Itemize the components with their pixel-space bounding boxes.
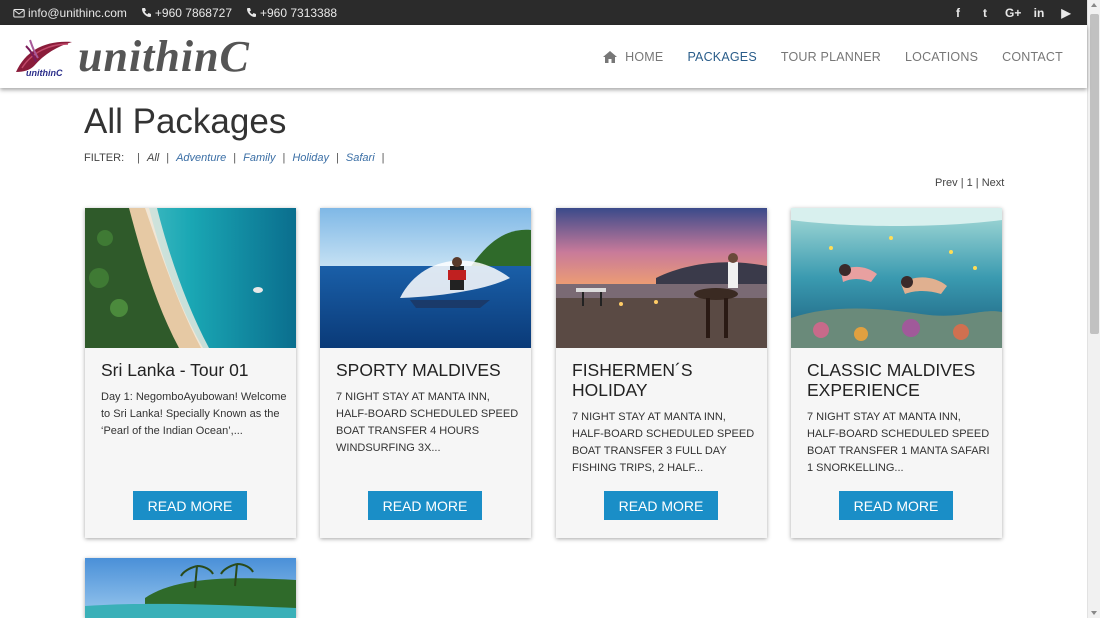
- nav-packages[interactable]: PACKAGES: [687, 50, 756, 64]
- package-filter: FILTER: | All | Adventure | Family | Hol…: [84, 152, 392, 164]
- package-image-jet-ski[interactable]: [320, 208, 531, 348]
- filter-holiday[interactable]: Holiday: [292, 152, 329, 164]
- package-title[interactable]: SPORTY MALDIVES: [336, 360, 521, 380]
- pager-page-1[interactable]: 1: [967, 177, 973, 189]
- linkedin-icon[interactable]: in: [1032, 6, 1046, 20]
- email-link[interactable]: info@unithinc.com: [13, 6, 127, 20]
- filter-separator: |: [166, 152, 170, 164]
- contact-info: info@unithinc.com +960 7868727 +960 7313…: [13, 6, 351, 20]
- package-description: 7 NIGHT STAY AT MANTA INN, HALF-BOARD SC…: [572, 411, 755, 474]
- package-title[interactable]: CLASSIC MALDIVES EXPERIENCE: [807, 360, 992, 400]
- nav-contact-label: CONTACT: [1002, 49, 1063, 64]
- home-icon: [603, 50, 618, 63]
- package-description: 7 NIGHT STAY AT MANTA INN, HALF-BOARD SC…: [807, 411, 990, 474]
- envelope-icon: [13, 8, 25, 17]
- phone-1-text: +960 7868727: [154, 5, 232, 20]
- filter-label: FILTER:: [84, 152, 125, 164]
- phone-icon: [247, 8, 256, 17]
- filter-separator: |: [381, 152, 385, 164]
- logo-small-text: unithinC: [26, 67, 63, 78]
- nav-home-label: HOME: [625, 49, 664, 64]
- nav-locations-label: LOCATIONS: [905, 49, 979, 64]
- nav-contact[interactable]: CONTACT: [1002, 50, 1063, 64]
- filter-safari[interactable]: Safari: [346, 152, 375, 164]
- filter-separator: |: [336, 152, 339, 164]
- main-nav: HOME PACKAGES TOUR PLANNER LOCATIONS CON…: [578, 50, 1063, 64]
- twitter-icon[interactable]: t: [978, 6, 992, 20]
- phone-1[interactable]: +960 7868727: [141, 6, 232, 20]
- package-image-tropical-beach[interactable]: [85, 558, 296, 618]
- page-scrollbar[interactable]: [1087, 0, 1100, 618]
- site-logo[interactable]: unithinC unithinC: [12, 25, 250, 88]
- scroll-up-arrow-icon[interactable]: [1091, 3, 1097, 7]
- youtube-icon[interactable]: ▶: [1059, 6, 1073, 20]
- package-title[interactable]: FISHERMEN´S HOLIDAY: [572, 360, 757, 400]
- page-title: All Packages: [84, 102, 287, 141]
- package-image-snorkelling[interactable]: [791, 208, 1002, 348]
- package-title[interactable]: Sri Lanka - Tour 01: [101, 360, 286, 380]
- nav-tour-planner[interactable]: TOUR PLANNER: [781, 50, 881, 64]
- phone-2-text: +960 7313388: [260, 5, 338, 20]
- package-card: FISHERMEN´S HOLIDAY 7 NIGHT STAY AT MANT…: [556, 208, 767, 538]
- package-card: SPORTY MALDIVES 7 NIGHT STAY AT MANTA IN…: [320, 208, 531, 538]
- read-more-button[interactable]: READ MORE: [839, 491, 953, 520]
- pager-next[interactable]: Next: [982, 177, 1005, 189]
- nav-tour-planner-label: TOUR PLANNER: [780, 49, 881, 64]
- package-card: CLASSIC MALDIVES EXPERIENCE 7 NIGHT STAY…: [791, 208, 1002, 538]
- read-more-button[interactable]: READ MORE: [604, 491, 718, 520]
- nav-locations[interactable]: LOCATIONS: [905, 50, 978, 64]
- filter-separator: |: [233, 152, 237, 164]
- phone-icon: [141, 8, 151, 17]
- filter-adventure[interactable]: Adventure: [176, 152, 226, 164]
- filter-separator: |: [282, 152, 286, 164]
- top-contact-bar: info@unithinc.com +960 7868727 +960 7313…: [0, 0, 1087, 25]
- nav-packages-label: PACKAGES: [687, 49, 757, 64]
- package-image-beach-aerial[interactable]: [85, 208, 296, 348]
- phone-2[interactable]: +960 7313388: [246, 6, 337, 20]
- facebook-icon[interactable]: f: [951, 6, 965, 20]
- package-description: 7 NIGHT STAY AT MANTA INN, HALF-BOARD SC…: [336, 391, 519, 454]
- site-header: unithinC unithinC HOME PACKAGES TOUR PLA…: [0, 25, 1087, 88]
- package-card: [85, 558, 296, 618]
- logo-wordmark: unithinC: [78, 32, 250, 81]
- scrollbar-thumb[interactable]: [1090, 14, 1099, 334]
- package-image-beach-dinner[interactable]: [556, 208, 767, 348]
- nav-home[interactable]: HOME: [602, 50, 663, 64]
- logo-mark: unithinC: [12, 32, 76, 82]
- google-plus-icon[interactable]: G+: [1005, 6, 1021, 20]
- email-text: info@unithinc.com: [28, 5, 127, 20]
- filter-family[interactable]: Family: [243, 152, 275, 164]
- filter-all[interactable]: All: [147, 152, 159, 164]
- social-links: f t G+ in ▶: [938, 6, 1073, 20]
- filter-separator: |: [137, 152, 140, 164]
- read-more-button[interactable]: READ MORE: [133, 491, 247, 520]
- package-card: Sri Lanka - Tour 01 Day 1: NegomboAyubow…: [85, 208, 296, 538]
- page: info@unithinc.com +960 7868727 +960 7313…: [0, 0, 1100, 618]
- read-more-button[interactable]: READ MORE: [368, 491, 482, 520]
- pagination: Prev | 1 | Next: [935, 177, 1004, 189]
- pager-prev[interactable]: Prev: [935, 177, 958, 189]
- package-description: Day 1: NegomboAyubowan! Welcome to Sri L…: [101, 391, 287, 437]
- scroll-down-arrow-icon[interactable]: [1091, 611, 1097, 615]
